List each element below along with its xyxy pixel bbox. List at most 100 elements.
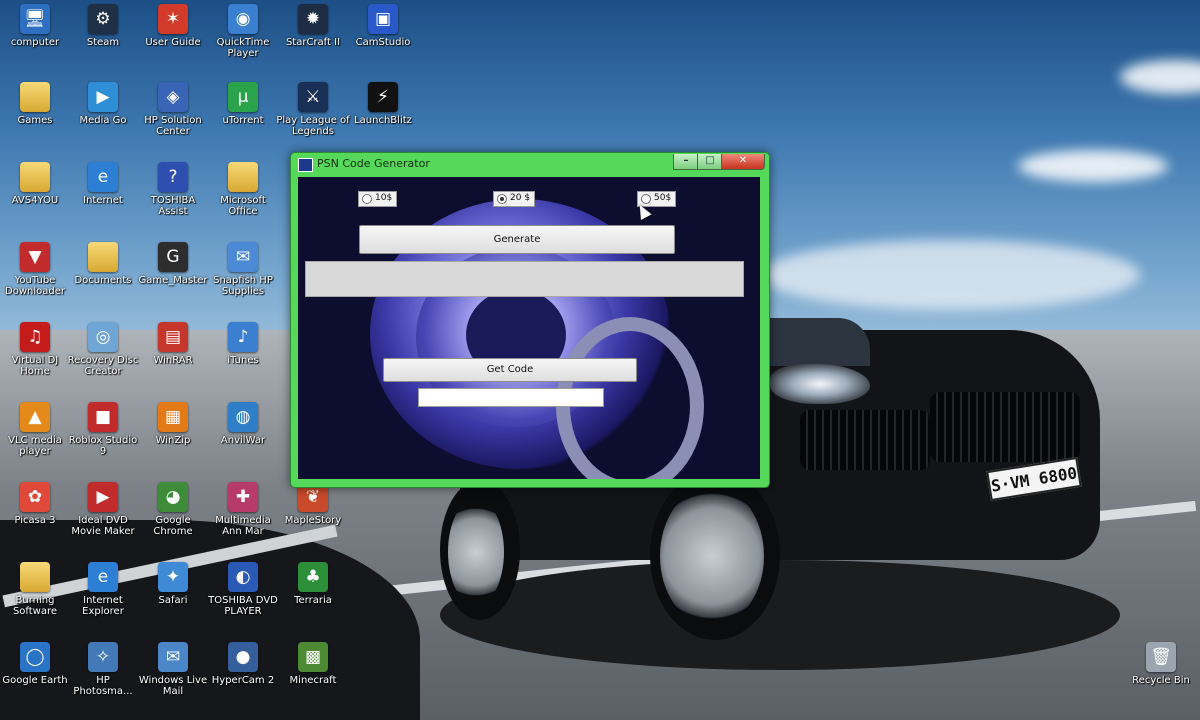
desktop-icon-minecraft[interactable]: ▩ Minecraft: [276, 642, 350, 706]
desktop-icon-label: Google Earth: [2, 675, 68, 686]
minimize-button[interactable]: –: [673, 154, 699, 170]
desktop-icon-label: Google Chrome: [153, 515, 193, 537]
hp-solution-center-icon: ◈: [158, 82, 188, 112]
close-button[interactable]: ✕: [721, 154, 765, 170]
generate-button[interactable]: Generate: [359, 225, 675, 254]
desktop-icon-user-guide[interactable]: ✶ User Guide: [136, 4, 210, 68]
desktop-icon-steam[interactable]: ⚙ Steam: [66, 4, 140, 68]
desktop-icon-label: CamStudio: [355, 37, 411, 48]
google-earth-icon: ◯: [20, 642, 50, 672]
desktop-icon-internet[interactable]: e Internet: [66, 162, 140, 226]
internet-explorer-icon: e: [88, 562, 118, 592]
desktop-icon-anvilwar[interactable]: ◍ AnvilWar: [206, 402, 280, 466]
desktop-icon-recovery-disc-creator[interactable]: ◎ Recovery Disc Creator: [66, 322, 140, 386]
desktop-icon-youtube-downloader[interactable]: ▼ YouTube Downloader: [0, 242, 72, 306]
desktop-icon-label: Media Go: [79, 115, 127, 126]
desktop-icon-label: Roblox Studio 9: [68, 435, 138, 457]
desktop-icon-media-go[interactable]: ▶ Media Go: [66, 82, 140, 146]
desktop-icon-label: Microsoft Office: [220, 195, 266, 217]
desktop-icon-launchblitz[interactable]: ⚡ LaunchBlitz: [346, 82, 420, 146]
desktop-icon-label: Games: [17, 115, 53, 126]
desktop-icon-label: Burning Software: [12, 595, 58, 617]
anvilwar-icon: ◍: [228, 402, 258, 432]
itunes-icon: ♪: [228, 322, 258, 352]
virtual-dj-home-icon: ♫: [20, 322, 50, 352]
radio-dot-icon: [497, 194, 507, 204]
desktop-icon-safari[interactable]: ✦ Safari: [136, 562, 210, 626]
winzip-icon: ▦: [158, 402, 188, 432]
desktop-icon-play-league-of-legends[interactable]: ⚔ Play League of Legends: [276, 82, 350, 146]
desktop-icon-documents[interactable]: Documents: [66, 242, 140, 306]
desktop-icon-game-master[interactable]: G Game_Master: [136, 242, 210, 306]
desktop-icon-label: Internet: [83, 195, 123, 206]
generated-code-field[interactable]: [305, 261, 744, 297]
desktop-icon-toshiba-assist[interactable]: ? TOSHIBA Assist: [136, 162, 210, 226]
code-output-field[interactable]: [418, 388, 604, 407]
desktop-icon-computer[interactable]: 🖥 computer: [0, 4, 72, 68]
option-20-radio[interactable]: 20 $: [493, 191, 536, 207]
desktop-icon-ideal-dvd-movie-maker[interactable]: ▶ Ideal DVD Movie Maker: [66, 482, 140, 546]
maximize-button[interactable]: □: [697, 154, 723, 170]
desktop-icon-label: YouTube Downloader: [5, 275, 65, 297]
desktop-icon-google-chrome[interactable]: ◕ Google Chrome: [136, 482, 210, 546]
desktop-icon-camstudio[interactable]: ▣ CamStudio: [346, 4, 420, 68]
desktop-icon-label: Windows Live Mail: [138, 675, 208, 697]
internet-icon: e: [88, 162, 118, 192]
desktop-icon-itunes[interactable]: ♪ iTunes: [206, 322, 280, 386]
option-10-radio[interactable]: 10$: [358, 191, 398, 207]
desktop-icon-games[interactable]: Games: [0, 82, 72, 146]
desktop-icon-avs4you[interactable]: AVS4YOU: [0, 162, 72, 226]
desktop-icon-internet-explorer[interactable]: e Internet Explorer: [66, 562, 140, 626]
desktop-icon-label: AVS4YOU: [11, 195, 59, 206]
roblox-studio-9-icon: ■: [88, 402, 118, 432]
desktop-icon-label: HP Solution Center: [144, 115, 202, 137]
desktop-icon-microsoft-office[interactable]: Microsoft Office: [206, 162, 280, 226]
toshiba-assist-icon: ?: [158, 162, 188, 192]
window-client-area: 10$ 20 $ 50$ Generate Get Code: [298, 177, 760, 479]
user-guide-icon: ✶: [158, 4, 188, 34]
desktop-icon-label: Virtual DJ Home: [11, 355, 59, 377]
desktop-icon-hp-solution-center[interactable]: ◈ HP Solution Center: [136, 82, 210, 146]
game-master-icon: G: [158, 242, 188, 272]
desktop-icon-label: Game_Master: [138, 275, 208, 286]
quicktime-player-icon: ◉: [228, 4, 258, 34]
camstudio-icon: ▣: [368, 4, 398, 34]
youtube-downloader-icon: ▼: [20, 242, 50, 272]
desktop-icon-snapfish-hp-supplies[interactable]: ✉ Snapfish HP Supplies: [206, 242, 280, 306]
desktop-icon-label: iTunes: [227, 355, 259, 366]
desktop-icon-utorrent[interactable]: µ uTorrent: [206, 82, 280, 146]
desktop-icon-toshiba-dvd-player[interactable]: ◐ TOSHIBA DVD PLAYER: [206, 562, 280, 626]
desktop-icon-starcraft-ii[interactable]: ✹ StarCraft II: [276, 4, 350, 68]
multimedia-ann-mar-icon: ✚: [228, 482, 258, 512]
desktop-icon-burning-software[interactable]: Burning Software: [0, 562, 72, 626]
get-code-button[interactable]: Get Code: [383, 358, 637, 382]
desktop-icon-winzip[interactable]: ▦ WinZip: [136, 402, 210, 466]
option-50-label: 50$: [654, 193, 672, 203]
desktop-icon-label: Internet Explorer: [82, 595, 124, 617]
desktop-icon-picasa-3[interactable]: ✿ Picasa 3: [0, 482, 72, 546]
desktop-icon-hp-photosma[interactable]: ✧ HP Photosma...: [66, 642, 140, 706]
desktop-icon-vlc-media-player[interactable]: ▲ VLC media player: [0, 402, 72, 466]
desktop-icon-virtual-dj-home[interactable]: ♫ Virtual DJ Home: [0, 322, 72, 386]
desktop-icon-multimedia-ann-mar[interactable]: ✚ Multimedia Ann Mar: [206, 482, 280, 546]
documents-icon: [88, 242, 118, 272]
desktop-icon-roblox-studio-9[interactable]: ■ Roblox Studio 9: [66, 402, 140, 466]
psn-code-generator-window[interactable]: PSN Code Generator – □ ✕ 10$ 20 $ 50$ Ge…: [290, 152, 770, 488]
option-10-label: 10$: [375, 193, 393, 203]
desktop-icon-recycle-bin[interactable]: 🗑 Recycle Bin: [1124, 642, 1198, 706]
desktop-icon-winrar[interactable]: ▤ WinRAR: [136, 322, 210, 386]
desktop-icon-maplestory[interactable]: ❦ MapleStory: [276, 482, 350, 546]
desktop-icon-label: MapleStory: [284, 515, 342, 526]
desktop-icon-label: Snapfish HP Supplies: [213, 275, 273, 297]
desktop-icon-label: Minecraft: [289, 675, 337, 686]
title-bar[interactable]: PSN Code Generator – □ ✕: [291, 153, 769, 175]
desktop-icon-google-earth[interactable]: ◯ Google Earth: [0, 642, 72, 706]
desktop-icon-terraria[interactable]: ♣ Terraria: [276, 562, 350, 626]
desktop-icon-windows-live-mail[interactable]: ✉ Windows Live Mail: [136, 642, 210, 706]
desktop-icon-hypercam-2[interactable]: ● HyperCam 2: [206, 642, 280, 706]
desktop-icon-quicktime-player[interactable]: ◉ QuickTime Player: [206, 4, 280, 68]
desktop-icon-label: Picasa 3: [14, 515, 56, 526]
utorrent-icon: µ: [228, 82, 258, 112]
recycle-bin-icon: 🗑: [1146, 642, 1176, 672]
play-league-of-legends-icon: ⚔: [298, 82, 328, 112]
